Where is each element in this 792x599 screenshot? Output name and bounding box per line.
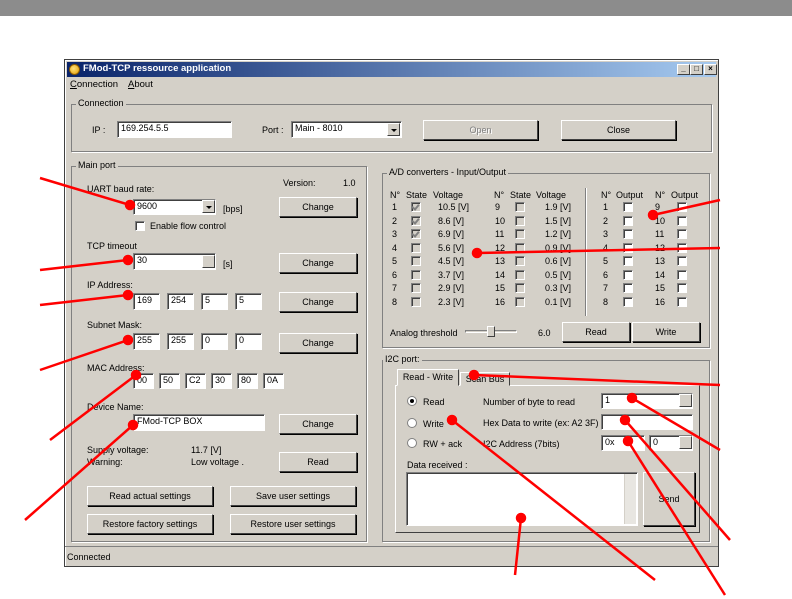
annotation-dot — [130, 369, 142, 381]
annotation-line — [39, 293, 129, 307]
annotation-dot — [124, 199, 136, 211]
annotation-line — [49, 374, 137, 441]
annotation-line — [39, 176, 131, 207]
annotation-dot — [446, 414, 458, 426]
annotation-line — [473, 373, 721, 387]
annotation-dot — [127, 419, 139, 431]
annotation-dot — [515, 512, 527, 524]
annotation-dot — [468, 369, 480, 381]
annotation-dot — [626, 392, 638, 404]
annotation-line — [513, 517, 523, 576]
annotation-dot — [122, 254, 134, 266]
annotation-dot — [647, 209, 659, 221]
annotation-dot — [122, 289, 134, 301]
annotation-overlay — [24, 176, 731, 596]
annotation-dot — [619, 414, 631, 426]
annotation-line — [39, 338, 129, 372]
annotation-dot — [122, 334, 134, 346]
annotation-dot — [622, 435, 634, 447]
annotation-dot — [471, 247, 483, 259]
annotation-line — [652, 198, 721, 217]
annotation-line — [476, 246, 721, 255]
annotation-line — [39, 258, 129, 272]
annotation-line — [624, 419, 731, 541]
annotation-line — [24, 424, 134, 521]
